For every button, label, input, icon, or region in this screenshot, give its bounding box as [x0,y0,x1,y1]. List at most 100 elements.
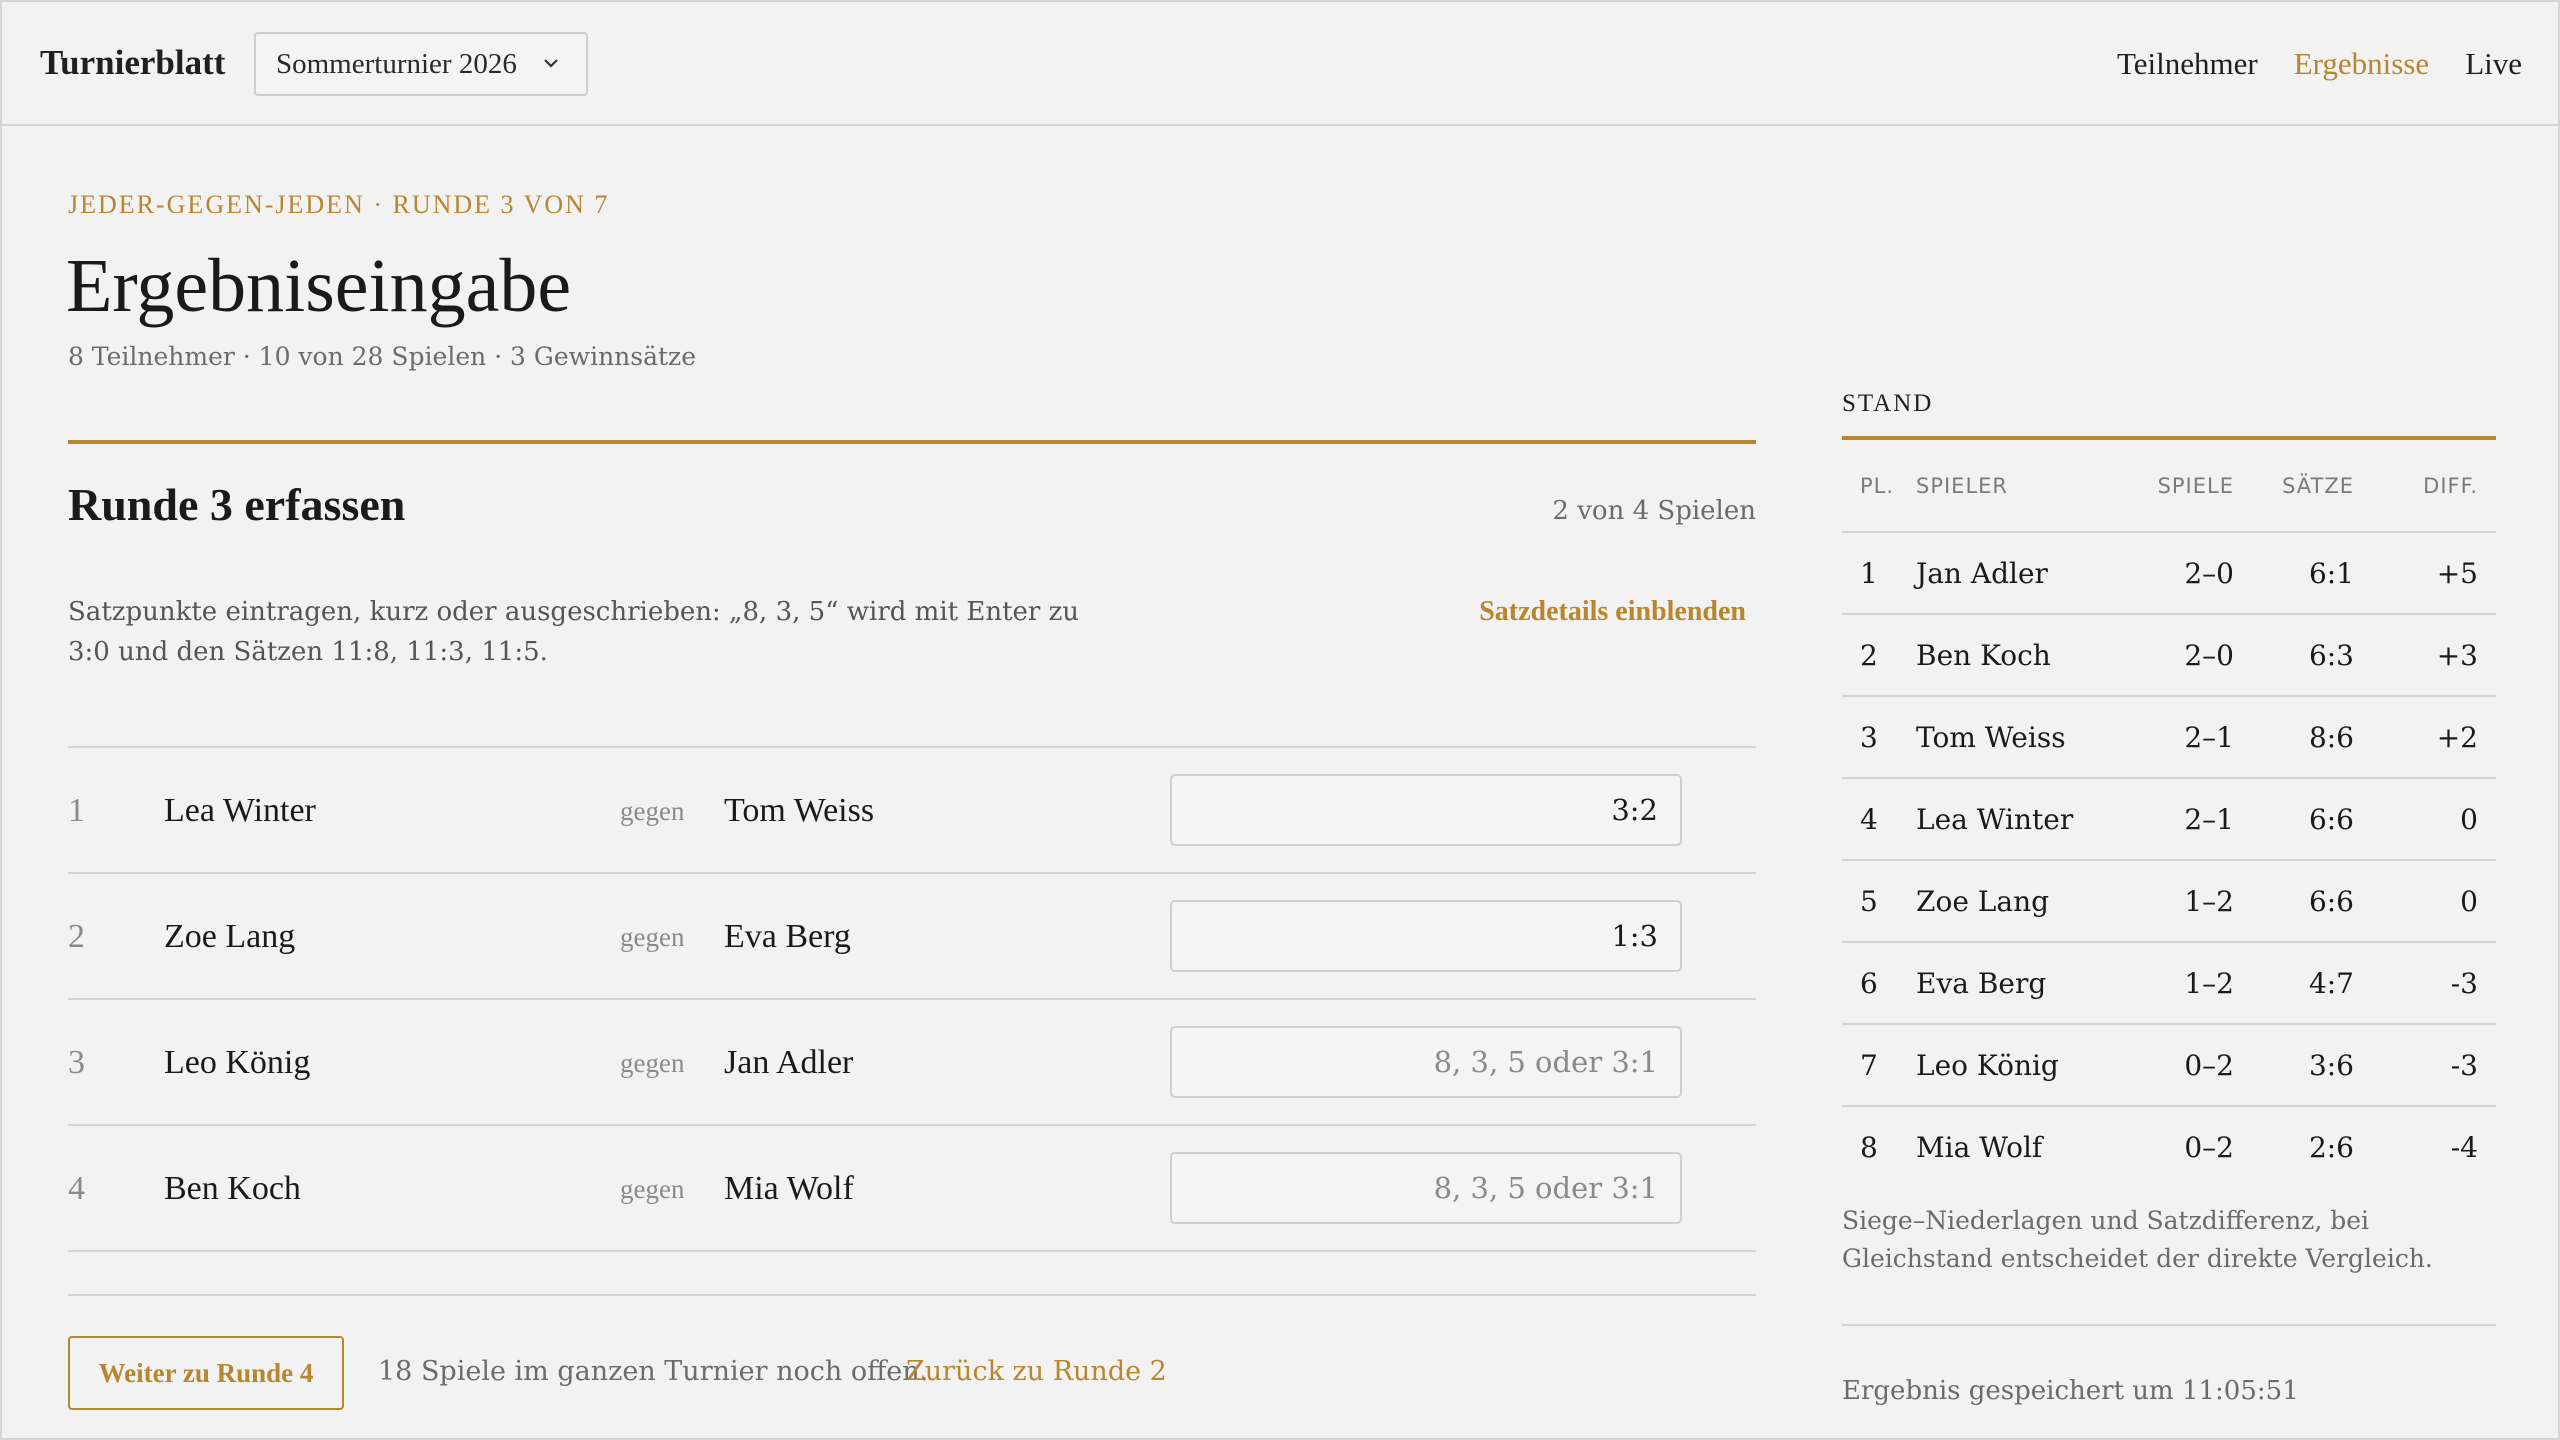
cell-sets: 2:6 [2308,1131,2354,1164]
cell-games: 1–2 [2120,942,2234,1025]
app-brand: Turnierblatt [40,43,226,82]
cell-games: 2–1 [2120,778,2234,861]
cell-diff: -4 [2450,1131,2478,1164]
cell-place: 3 [1842,696,1916,779]
player-two: Mia Wolf [724,1170,854,1207]
versus-label: gegen [620,922,685,952]
match-row: 2 Zoe Lang gegen Eva Berg [68,874,1756,1000]
cell-place: 8 [1860,1131,1878,1164]
tournament-select-value: Sommerturnier 2026 [276,47,517,80]
match-row: 1 Lea Winter gegen Tom Weiss [68,748,1756,874]
cell-diff: +2 [2354,696,2496,779]
table-row: 3 Tom Weiss 2–1 8:6 +2 [1842,696,2496,779]
result-input[interactable] [1170,774,1682,846]
cell-sets: 6:6 [2234,778,2354,861]
col-games: SPIELE [2120,440,2234,533]
round-header: Runde 3 erfassen 2 von 4 Spielen [68,444,1756,534]
player-two: Eva Berg [724,918,851,955]
col-sets: SÄTZE [2234,440,2354,533]
cell-games: 2–0 [2120,614,2234,697]
cell-place: 5 [1842,860,1916,943]
cell-player: Leo König [1916,1024,2120,1107]
player-one: Lea Winter [164,792,316,829]
save-status: Ergebnis gespeichert um 11:05:51 [1842,1376,2299,1406]
cell-player: Zoe Lang [1916,860,2120,943]
col-player: SPIELER [1916,440,2120,533]
match-row: 4 Ben Koch gegen Mia Wolf [68,1126,1756,1252]
cell-sets: 3:6 [2234,1024,2354,1107]
round-eyebrow: Jeder-gegen-jeden · Runde 3 von 7 [68,190,610,219]
cell-place: 6 [1842,942,1916,1025]
player-one: Leo König [164,1044,311,1081]
cell-diff: +3 [2354,614,2496,697]
standings-header-row: PL. SPIELER SPIELE SÄTZE DIFF. [1842,440,2496,533]
round-progress: 2 von 4 Spielen [1552,496,1756,526]
cell-diff: -3 [2354,942,2496,1025]
nav-teilnehmer[interactable]: Teilnehmer [2117,42,2258,86]
table-row: 6 Eva Berg 1–2 4:7 -3 [1842,942,2496,1025]
player-two: Jan Adler [724,1044,854,1081]
entry-hint: Satzpunkte eintragen, kurz oder ausgesch… [68,597,1080,667]
versus-label: gegen [620,1048,685,1078]
cell-sets: 6:6 [2234,860,2354,943]
col-place: PL. [1842,440,1916,533]
table-row: 7 Leo König 0–2 3:6 -3 [1842,1024,2496,1107]
cell-place: 2 [1842,614,1916,697]
cell-player: Eva Berg [1916,942,2120,1025]
versus-label: gegen [620,796,685,826]
cell-sets: 8:6 [2234,696,2354,779]
result-input[interactable] [1170,900,1682,972]
cell-player: Tom Weiss [1916,696,2120,779]
standings-table: PL. SPIELER SPIELE SÄTZE DIFF. 1 Jan Adl… [1842,440,2496,1188]
result-input[interactable] [1170,1152,1682,1224]
tournament-select[interactable]: Sommerturnier 2026 [254,32,588,96]
next-round-button[interactable]: Weiter zu Runde 4 [68,1336,344,1410]
col-diff: DIFF. [2354,440,2496,533]
cell-place: 7 [1842,1024,1916,1107]
round-entry-panel: Runde 3 erfassen 2 von 4 Spielen Satzpun… [68,440,1756,1410]
cell-player: Jan Adler [1916,532,2120,615]
nav-live[interactable]: Live [2465,42,2522,86]
cell-games: 2–0 [2120,532,2234,615]
table-row: 2 Ben Koch 2–0 6:3 +3 [1842,614,2496,697]
versus-label: gegen [620,1174,685,1204]
cell-sets: 6:1 [2234,532,2354,615]
round-title: Runde 3 erfassen [68,479,406,530]
cell-games: 0–2 [2184,1131,2234,1164]
footer-divider [68,1294,1756,1296]
match-number: 4 [68,1170,85,1207]
cell-sets: 6:3 [2234,614,2354,697]
cell-diff: 0 [2354,860,2496,943]
match-number: 3 [68,1044,85,1081]
match-row: 3 Leo König gegen Jan Adler [68,1000,1756,1126]
standings-footer-divider [1842,1324,2496,1326]
cell-sets: 4:7 [2234,942,2354,1025]
table-row: 5 Zoe Lang 1–2 6:6 0 [1842,860,2496,943]
cell-games: 1–2 [2120,860,2234,943]
set-details-toggle[interactable]: Satzdetails einblenden [1479,596,1746,628]
table-row: 4 Lea Winter 2–1 6:6 0 [1842,778,2496,861]
cell-games: 0–2 [2120,1024,2234,1107]
match-list: 1 Lea Winter gegen Tom Weiss 2 Zoe Lang … [68,746,1756,1252]
player-two: Tom Weiss [724,792,875,829]
cell-diff: 0 [2354,778,2496,861]
cell-player: Lea Winter [1916,778,2120,861]
cell-player: Ben Koch [1916,614,2120,697]
table-row: 1 Jan Adler 2–0 6:1 +5 [1842,532,2496,615]
chevron-down-icon [544,59,558,68]
cell-diff: +5 [2354,532,2496,615]
page-title: Ergebniseingabe [66,244,572,328]
app-window: Turnierblatt Sommerturnier 2026 Teilnehm… [0,0,2560,1440]
standings-panel: STAND PL. SPIELER SPIELE SÄTZE DIFF. 1 J… [1842,390,2496,1406]
standings-heading: STAND [1842,390,1934,417]
result-input[interactable] [1170,1026,1682,1098]
standings-note: Siege–Niederlagen und Satzdifferenz, bei… [1842,1206,2433,1273]
top-bar: Turnierblatt Sommerturnier 2026 Teilnehm… [2,2,2558,126]
player-one: Ben Koch [164,1170,301,1207]
cell-diff: -3 [2354,1024,2496,1107]
nav-ergebnisse[interactable]: Ergebnisse [2294,42,2429,86]
previous-round-link[interactable]: Zurück zu Runde 2 [906,1356,1167,1387]
cell-place: 4 [1842,778,1916,861]
player-one: Zoe Lang [164,918,296,955]
main-nav: Teilnehmer Ergebnisse Live [2117,42,2522,86]
